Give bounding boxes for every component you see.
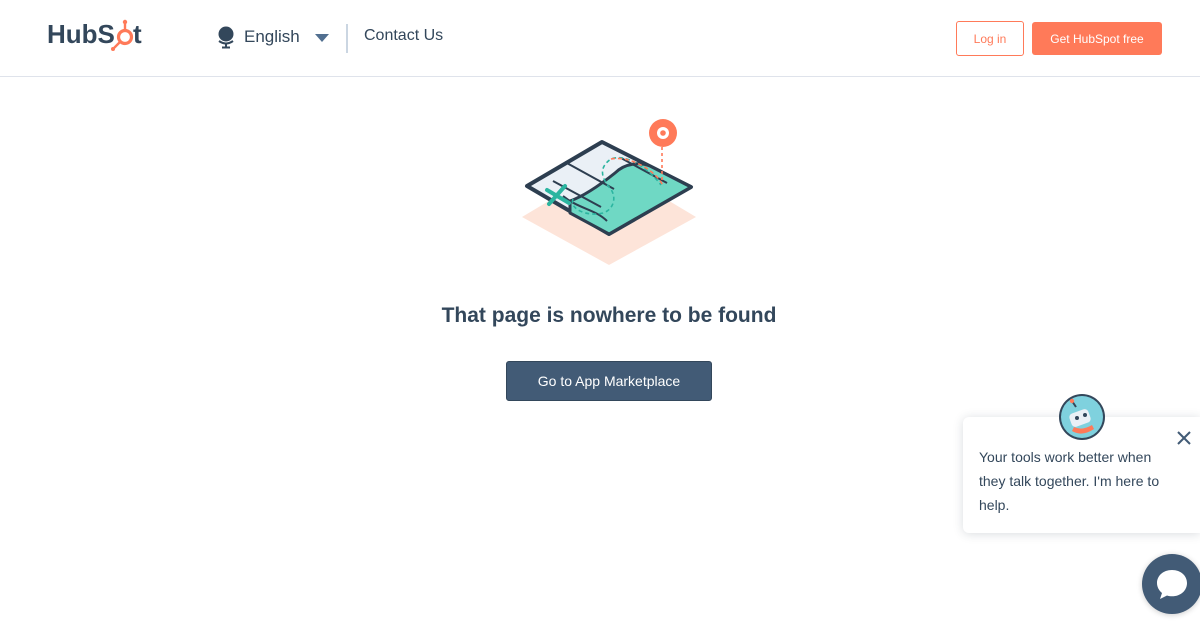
language-label: English	[244, 27, 300, 46]
chat-launcher-button[interactable]	[1142, 554, 1200, 614]
svg-text:t: t	[133, 19, 142, 49]
chatbot-avatar	[1059, 394, 1105, 440]
hubspot-logo[interactable]: HubS t	[47, 19, 157, 53]
page-title: That page is nowhere to be found	[441, 304, 777, 327]
language-selector[interactable]: English	[216, 23, 329, 51]
chat-bubble-icon	[1157, 570, 1187, 599]
contact-us-link[interactable]: Contact Us	[364, 27, 443, 45]
svg-text:HubS: HubS	[47, 19, 115, 49]
login-button[interactable]: Log in	[956, 21, 1024, 56]
close-icon[interactable]	[1175, 429, 1193, 447]
get-hubspot-free-button[interactable]: Get HubSpot free	[1032, 22, 1162, 55]
go-to-app-marketplace-button[interactable]: Go to App Marketplace	[506, 361, 712, 401]
caret-down-icon	[314, 34, 329, 42]
map-illustration	[522, 119, 696, 265]
chat-welcome-message: Your tools work better when they talk to…	[979, 449, 1160, 513]
top-navigation-bar: HubS t English Contact Us Log in Get Hub…	[0, 0, 1200, 77]
nav-divider	[346, 24, 348, 53]
globe-icon	[218, 26, 234, 49]
